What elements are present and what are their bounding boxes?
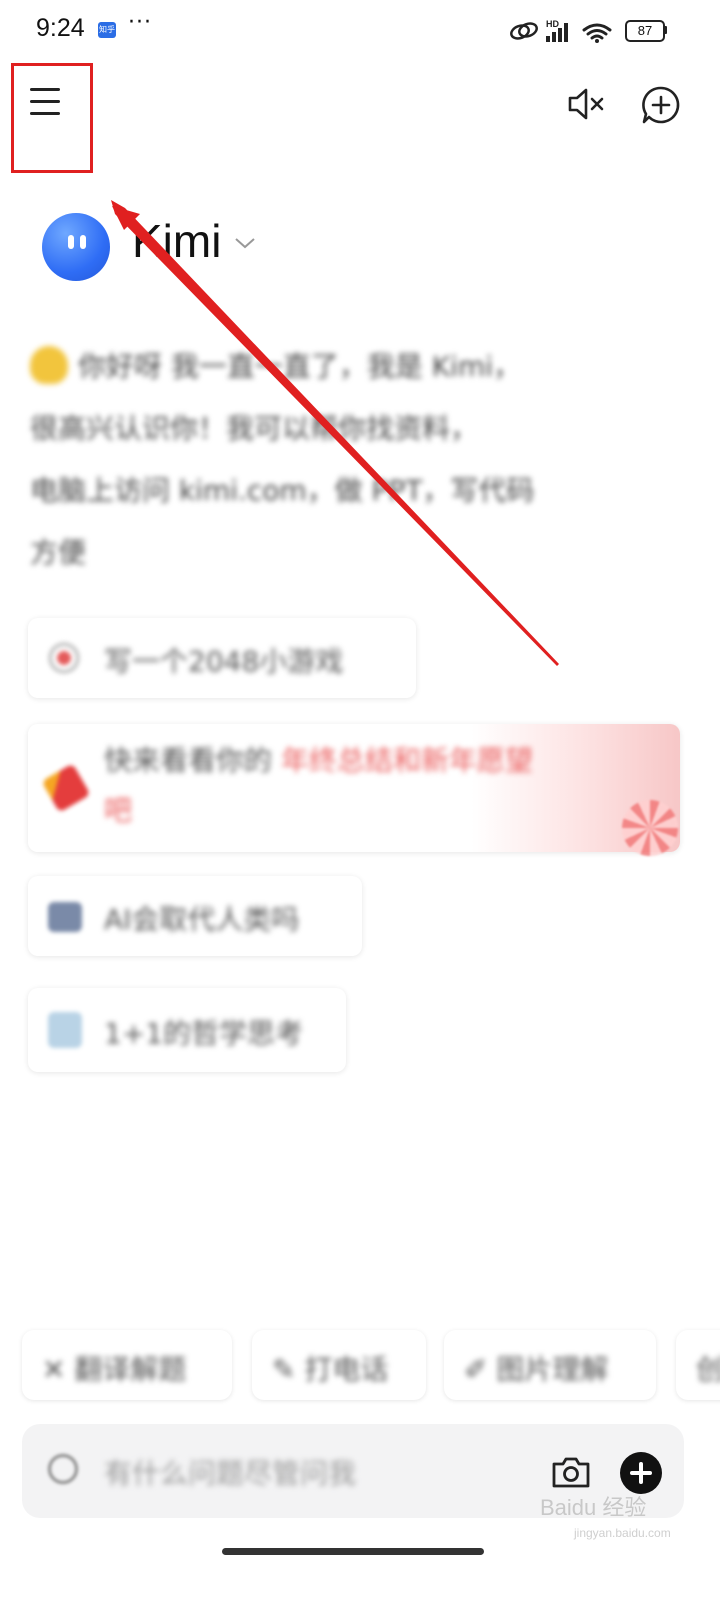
- suggestion-card-promo[interactable]: 快来看看你的 年终总结和新年愿望 吧: [28, 724, 680, 852]
- battery-indicator: 87: [625, 20, 665, 42]
- quick-chip[interactable]: ✎ 打电话: [252, 1330, 426, 1400]
- robot-icon: [48, 902, 82, 932]
- greeting-message: 你好呀 我一直一直了，我是 Kimi， 很高兴认识你！我可以帮你找资料， 电脑上…: [30, 336, 680, 584]
- chip-label: ✕ 翻译解题: [42, 1353, 187, 1386]
- brand-name[interactable]: Kimi: [132, 214, 221, 268]
- firecracker-icon: [41, 763, 91, 813]
- quick-chip[interactable]: ✕ 翻译解题: [22, 1330, 232, 1400]
- image-icon: [48, 1012, 82, 1048]
- quick-chip[interactable]: ✐ 图片理解: [444, 1330, 656, 1400]
- chip-label: ✎ 打电话: [272, 1353, 389, 1386]
- chip-label: ✐ 图片理解: [464, 1353, 609, 1386]
- suggestion-text: 快来看看你的: [104, 744, 273, 777]
- suggestion-card[interactable]: 写一个2048小游戏: [28, 618, 416, 698]
- battery-tip: [664, 26, 667, 34]
- quick-chip[interactable]: 创: [676, 1330, 720, 1400]
- suggestion-text: 写一个2048小游戏: [104, 645, 344, 678]
- suggestion-card[interactable]: 1+1的哲学思考: [28, 988, 346, 1072]
- suggestion-promo-text: 快来看看你的 年终总结和新年愿望 吧: [104, 736, 533, 836]
- wifi-icon: [582, 23, 612, 40]
- chip-label: 创: [696, 1353, 720, 1386]
- suggestion-extra: 吧: [104, 794, 133, 827]
- plus-icon[interactable]: [620, 1452, 662, 1494]
- new-chat-icon[interactable]: [640, 84, 682, 126]
- hd-label: HD: [546, 19, 559, 29]
- suggestion-card[interactable]: AI会取代人类吗: [28, 876, 362, 956]
- search-mode-icon[interactable]: [48, 1454, 78, 1484]
- link-icon: [510, 22, 538, 40]
- more-notifications-icon: ···: [128, 10, 152, 35]
- camera-icon[interactable]: [550, 1452, 592, 1492]
- status-time: 9:24: [36, 14, 85, 42]
- zhihu-notification-icon: 知乎: [98, 22, 116, 38]
- suggestion-text: AI会取代人类吗: [104, 903, 300, 936]
- speaker-muted-icon[interactable]: [566, 84, 606, 124]
- greeting-line-3: 电脑上访问 kimi.com，做 PPT，写代码: [30, 474, 535, 507]
- baidu-watermark: Baidu 经验: [540, 1495, 647, 1520]
- chevron-down-icon[interactable]: [234, 236, 256, 250]
- greeting-line-4: 方便: [30, 536, 87, 569]
- greeting-line-1: 你好呀 我一直一直了，我是 Kimi，: [78, 350, 521, 383]
- kimi-avatar: [42, 213, 110, 281]
- greeting-line-2: 很高兴认识你！我可以帮你找资料，: [30, 412, 479, 445]
- target-icon: [48, 642, 80, 674]
- baidu-watermark-url: jingyan.baidu.com: [574, 1526, 671, 1540]
- message-input-placeholder[interactable]: 有什么问题尽管问我: [104, 1452, 356, 1492]
- suggestion-text: 1+1的哲学思考: [104, 1017, 304, 1050]
- status-icons: HD: [510, 19, 612, 43]
- waving-hand-icon: [30, 346, 68, 384]
- annotation-highlight-box: [11, 63, 93, 173]
- suggestion-highlight: 年终总结和新年愿望: [280, 744, 533, 777]
- home-indicator[interactable]: [222, 1548, 484, 1555]
- lollipop-swirl-icon: [622, 800, 678, 856]
